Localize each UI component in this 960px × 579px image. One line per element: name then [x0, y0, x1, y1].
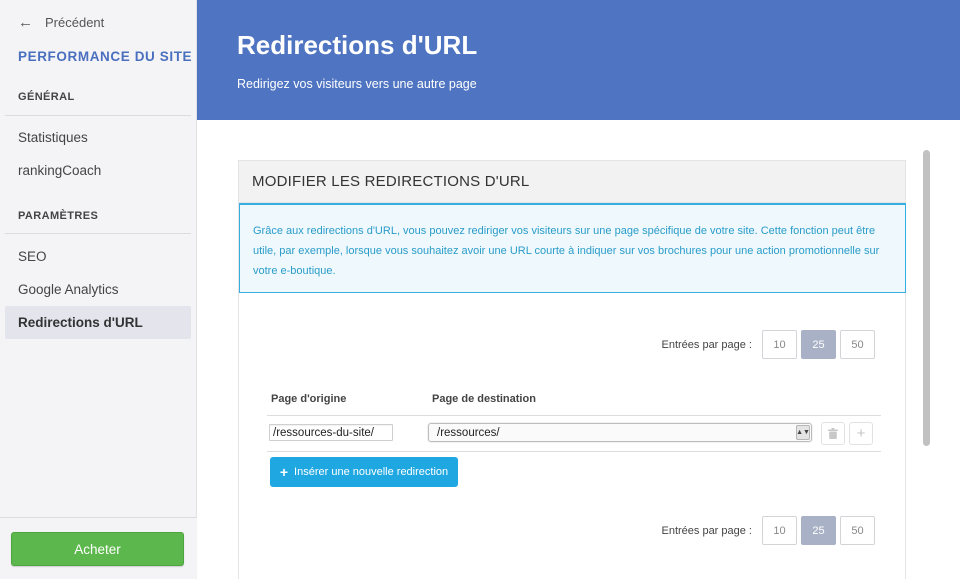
- sidebar-item-redirections[interactable]: Redirections d'URL: [5, 306, 191, 339]
- page-size-25-button[interactable]: 25: [801, 330, 836, 359]
- back-label: Précédent: [45, 14, 105, 30]
- sidebar-item-rankingcoach[interactable]: rankingCoach: [5, 154, 191, 187]
- page-size-25-button[interactable]: 25: [801, 516, 836, 545]
- pager-top: Entrées par page : 10 25 50: [661, 330, 875, 359]
- table-divider: [267, 451, 881, 452]
- section-title-parametres: PARAMÈTRES: [18, 210, 99, 222]
- column-header-destination: Page de destination: [432, 393, 536, 405]
- section-title-general: GÉNÉRAL: [18, 91, 75, 103]
- pager-bottom: Entrées par page : 10 25 50: [661, 516, 875, 545]
- column-header-origin: Page d'origine: [271, 393, 347, 405]
- page-size-50-button[interactable]: 50: [840, 516, 875, 545]
- info-box: Grâce aux redirections d'URL, vous pouve…: [239, 203, 906, 293]
- sidebar-item-seo[interactable]: SEO: [5, 240, 191, 273]
- back-link[interactable]: ← Précédent: [18, 12, 104, 32]
- sidebar-item-statistiques[interactable]: Statistiques: [5, 121, 191, 154]
- panel-title: MODIFIER LES REDIRECTIONS D'URL: [239, 161, 905, 203]
- plus-icon: +: [856, 425, 866, 442]
- sidebar: ← Précédent PERFORMANCE DU SITE GÉNÉRAL …: [0, 0, 197, 579]
- plus-icon: +: [279, 464, 289, 480]
- page-size-50-button[interactable]: 50: [840, 330, 875, 359]
- pager-label: Entrées par page :: [661, 338, 752, 351]
- sidebar-item-google-analytics[interactable]: Google Analytics: [5, 273, 191, 306]
- table-divider: [267, 415, 881, 416]
- insert-redirect-button[interactable]: + Insérer une nouvelle redirection: [270, 457, 458, 487]
- arrow-left-icon: ←: [18, 13, 33, 31]
- divider: [5, 233, 191, 234]
- page-size-10-button[interactable]: 10: [762, 330, 797, 359]
- delete-row-button[interactable]: [821, 422, 845, 445]
- trash-icon: [828, 428, 838, 439]
- select-arrows-icon: ▲▼: [796, 425, 810, 440]
- page-header: Redirections d'URL Redirigez vos visiteu…: [197, 0, 960, 120]
- page-size-10-button[interactable]: 10: [762, 516, 797, 545]
- add-row-button[interactable]: +: [849, 422, 873, 445]
- insert-label: Insérer une nouvelle redirection: [294, 466, 449, 478]
- divider: [5, 115, 191, 116]
- pager-label: Entrées par page :: [661, 524, 752, 537]
- buy-button[interactable]: Acheter: [11, 532, 184, 566]
- page-subtitle: Redirigez vos visiteurs vers une autre p…: [237, 77, 477, 91]
- origin-url-input[interactable]: [269, 424, 393, 441]
- main-content: MODIFIER LES REDIRECTIONS D'URL Grâce au…: [197, 120, 960, 579]
- sidebar-footer: Acheter: [0, 517, 197, 579]
- site-title: PERFORMANCE DU SITE: [18, 49, 193, 64]
- destination-select[interactable]: /ressources/ ▲▼: [428, 423, 812, 442]
- destination-value: /ressources/: [437, 426, 500, 439]
- page-title: Redirections d'URL: [237, 30, 478, 60]
- redirections-panel: MODIFIER LES REDIRECTIONS D'URL Grâce au…: [238, 160, 906, 579]
- scrollbar-thumb[interactable]: [923, 150, 930, 446]
